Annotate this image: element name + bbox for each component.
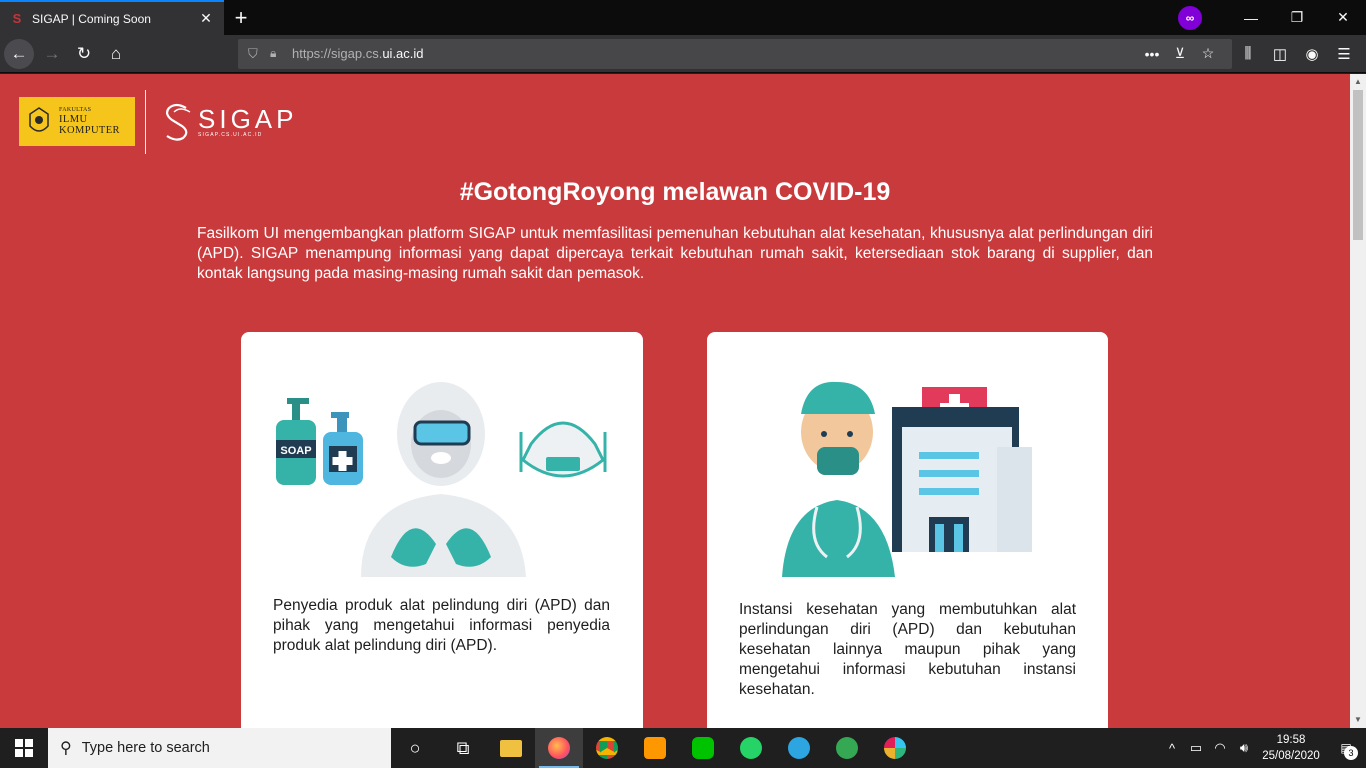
health-institution-card-text: Instansi kesehatan yang membutuhkan alat…	[739, 601, 1076, 698]
tracking-protection-shield-icon[interactable]: ⛉	[248, 46, 270, 62]
cortana-icon[interactable]: ○	[391, 728, 439, 768]
search-placeholder: Type here to search	[81, 740, 210, 756]
menu-icon[interactable]: ☰	[1328, 39, 1360, 69]
task-view-icon[interactable]: ⧉	[439, 728, 487, 768]
browser-tab-bar: S SIGAP | Coming Soon ✕ + ∞ — ❐ ✕	[0, 0, 1366, 35]
soap-label: SOAP	[280, 445, 311, 457]
bookmark-star-icon[interactable]: ☆	[1194, 45, 1222, 62]
ui-emblem-icon	[25, 105, 53, 139]
sidebar-icon[interactable]: ◫	[1264, 39, 1296, 69]
sigap-favicon-icon: S	[12, 10, 22, 26]
fasilkom-line2: KOMPUTER	[59, 124, 120, 136]
minimize-button[interactable]: —	[1228, 0, 1274, 35]
tab-title: SIGAP | Coming Soon	[32, 11, 151, 26]
show-hidden-icons-icon[interactable]: ^	[1160, 741, 1184, 756]
sigap-logo[interactable]: SIGAP SIGAP.CS.UI.AC.ID	[162, 102, 293, 142]
address-bar[interactable]: ⛉ 🔒︎ https://sigap.cs.ui.ac.id ••• ⊻ ☆	[238, 38, 1232, 69]
fasilkom-line1: ILMU	[59, 113, 88, 125]
line-icon[interactable]	[679, 728, 727, 768]
notification-count-badge: 3	[1344, 746, 1358, 760]
scroll-thumb[interactable]	[1353, 90, 1363, 240]
url-text[interactable]: https://sigap.cs.ui.ac.id	[292, 46, 1138, 61]
pocket-icon[interactable]: ⊻	[1166, 45, 1194, 62]
taskbar-search-box[interactable]: ⚲ Type here to search	[48, 728, 391, 768]
ppe-supplies-illustration: SOAP	[276, 382, 607, 577]
restore-button[interactable]: ❐	[1274, 0, 1320, 35]
maps-icon[interactable]	[823, 728, 871, 768]
sigap-subtext: SIGAP.CS.UI.AC.ID	[198, 132, 263, 138]
clock-time: 19:58	[1276, 734, 1306, 746]
reload-button[interactable]: ↻	[68, 39, 100, 69]
fasilkom-wordmark: FAKULTAS ILMU KOMPUTER	[59, 107, 120, 135]
clock-date: 25/08/2020	[1262, 750, 1320, 762]
lock-icon[interactable]: 🔒︎	[270, 46, 292, 61]
scroll-down-icon[interactable]: ▼	[1350, 712, 1366, 728]
url-prefix: https://sigap.cs.	[292, 46, 383, 61]
browser-tab[interactable]: S SIGAP | Coming Soon ✕	[0, 0, 224, 35]
account-icon[interactable]: ◉	[1296, 39, 1328, 69]
system-tray: ^ ▭ ◠ 🔊︎ 19:58 25/08/2020 ▤ 3	[1160, 728, 1366, 768]
file-explorer-icon[interactable]	[487, 728, 535, 768]
search-icon: ⚲	[60, 740, 72, 757]
url-domain: ui.ac.id	[382, 46, 424, 61]
close-window-button[interactable]: ✕	[1320, 0, 1366, 35]
telegram-icon[interactable]	[775, 728, 823, 768]
fasilkom-logo[interactable]: FAKULTAS ILMU KOMPUTER	[19, 97, 135, 146]
supplier-card[interactable]: SOAP Penyedia produk alat pelindung diri…	[241, 332, 643, 728]
start-button[interactable]	[0, 728, 48, 768]
back-button[interactable]: ←	[4, 38, 34, 69]
healthcare-illustration	[782, 381, 1032, 577]
chrome-icon[interactable]	[583, 728, 631, 768]
scroll-up-icon[interactable]: ▲	[1350, 74, 1366, 90]
page-headline: #GotongRoyong melawan COVID-19	[459, 178, 891, 206]
forward-button[interactable]: →	[36, 39, 68, 69]
wifi-icon[interactable]: ◠	[1208, 740, 1232, 756]
battery-icon[interactable]: ▭	[1184, 740, 1208, 756]
firefox-icon[interactable]	[535, 728, 583, 768]
logo-divider	[145, 90, 146, 154]
home-button[interactable]: ⌂	[100, 39, 132, 69]
health-institution-card[interactable]: Instansi kesehatan yang membutuhkan alat…	[707, 332, 1108, 728]
sublime-text-icon[interactable]	[631, 728, 679, 768]
sigap-s-mark-icon	[165, 103, 191, 141]
new-tab-button[interactable]: +	[224, 0, 258, 35]
slack-icon[interactable]	[871, 728, 919, 768]
page-scrollbar[interactable]: ▲ ▼	[1350, 74, 1366, 728]
private-browsing-icon: ∞	[1178, 5, 1202, 30]
action-center-button[interactable]: ▤ 3	[1326, 728, 1366, 768]
volume-icon[interactable]: 🔊︎	[1232, 740, 1256, 756]
windows-logo-icon	[15, 739, 33, 757]
browser-nav-bar: ← → ↻ ⌂ ⛉ 🔒︎ https://sigap.cs.ui.ac.id •…	[0, 35, 1366, 73]
windows-taskbar: ⚲ Type here to search ○ ⧉ ^ ▭ ◠ 🔊︎ 19:58…	[0, 728, 1366, 768]
supplier-card-text: Penyedia produk alat pelindung diri (APD…	[273, 597, 610, 654]
whatsapp-icon[interactable]	[727, 728, 775, 768]
sigap-wordmark: SIGAP	[198, 104, 298, 134]
intro-paragraph: Fasilkom UI mengembangkan platform SIGAP…	[197, 225, 1153, 282]
page-content: FAKULTAS ILMU KOMPUTER SIGAP SIGAP.CS.UI…	[0, 74, 1350, 728]
library-icon[interactable]: ⫼	[1232, 39, 1264, 69]
clock[interactable]: 19:58 25/08/2020	[1256, 732, 1326, 764]
close-tab-icon[interactable]: ✕	[198, 10, 214, 27]
page-actions-icon[interactable]: •••	[1138, 46, 1166, 62]
